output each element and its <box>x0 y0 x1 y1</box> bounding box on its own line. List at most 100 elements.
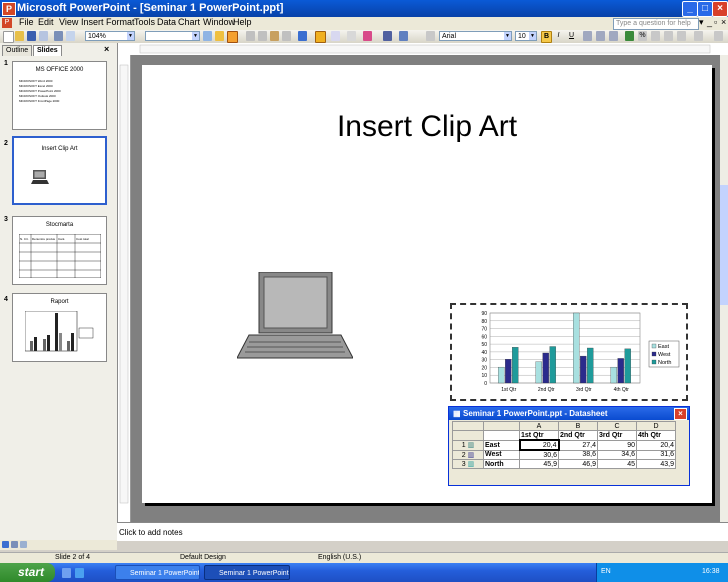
permission-icon[interactable] <box>39 31 48 41</box>
normal-view-icon[interactable] <box>2 541 9 548</box>
comma-style-icon[interactable] <box>651 31 660 41</box>
slide-thumbnail-4[interactable]: Raport <box>12 293 107 362</box>
currency-style-icon[interactable] <box>625 31 634 41</box>
undo-icon[interactable] <box>298 31 307 41</box>
percent-style-icon[interactable]: % <box>638 31 647 41</box>
document-icon[interactable]: P <box>2 18 12 28</box>
table-cell[interactable]: 90 <box>597 439 637 451</box>
slide-thumbnail-2[interactable]: Insert Clip Art <box>12 136 107 205</box>
minimize-button[interactable]: _ <box>682 1 698 17</box>
align-right-icon[interactable] <box>609 31 618 41</box>
language-indicator[interactable]: EN <box>601 568 611 575</box>
menu-insert[interactable]: Insert <box>81 17 104 27</box>
notes-pane[interactable]: Click to add notes <box>117 522 728 541</box>
menu-window[interactable]: Window <box>203 17 235 27</box>
pane-close-icon[interactable]: × <box>104 44 109 54</box>
doc-minimize-icon[interactable]: _ <box>707 17 712 27</box>
menu-chart[interactable]: Chart <box>178 17 200 27</box>
chevron-down-icon[interactable]: ▼ <box>529 32 536 40</box>
toolbar-options-icon[interactable] <box>426 31 435 41</box>
row-header[interactable]: 3 ▥ <box>452 459 484 469</box>
table-cell[interactable]: 2nd Qtr <box>558 430 598 441</box>
view-datasheet-icon[interactable] <box>227 31 238 43</box>
import-file-icon[interactable] <box>215 31 224 41</box>
paste-icon[interactable] <box>270 31 279 41</box>
value-axis-gridlines-icon[interactable] <box>399 31 408 41</box>
chevron-down-icon[interactable]: ▼ <box>192 32 199 40</box>
tab-outline[interactable]: Outline <box>2 45 33 56</box>
table-cell[interactable]: 30,6 <box>519 449 559 460</box>
print-icon[interactable] <box>54 31 63 41</box>
slide-sorter-icon[interactable] <box>11 541 18 548</box>
table-cell[interactable]: 45,9 <box>519 459 559 469</box>
corner-cell[interactable] <box>452 421 484 431</box>
laptop-clipart[interactable] <box>237 272 353 360</box>
slide-thumbnail-1[interactable]: MS OFFICE 2000 MICROSOFT Word 2000 MICRO… <box>12 61 107 130</box>
table-cell[interactable]: 3rd Qtr <box>597 430 637 441</box>
column-header[interactable] <box>483 421 520 431</box>
table-cell[interactable]: 34,6 <box>597 449 637 460</box>
column-chart[interactable]: 01020304050607080901st Qtr 2nd Qtr 3rd Qtr… <box>452 305 686 399</box>
align-center-icon[interactable] <box>596 31 605 41</box>
tab-slides[interactable]: Slides <box>33 45 62 56</box>
save-icon[interactable] <box>27 31 36 41</box>
table-cell[interactable]: 1st Qtr <box>519 430 559 441</box>
table-cell[interactable]: 43,9 <box>636 459 676 469</box>
datasheet-window[interactable]: ▦ Seminar 1 PowerPoint.ppt - Datasheet ×… <box>448 406 690 486</box>
by-row-icon[interactable] <box>315 31 326 43</box>
menu-file[interactable]: File <box>19 17 34 27</box>
row-header[interactable]: 2 ▥ <box>452 449 484 460</box>
cut-icon[interactable] <box>246 31 255 41</box>
doc-restore-icon[interactable]: ▫ <box>714 17 717 27</box>
close-button[interactable]: × <box>712 1 728 17</box>
italic-button[interactable]: I <box>554 31 563 41</box>
table-cell[interactable]: 38,6 <box>558 449 598 460</box>
datasheet-close-icon[interactable]: × <box>674 408 687 420</box>
copy-icon[interactable] <box>258 31 267 41</box>
show-desktop-icon[interactable] <box>62 568 71 578</box>
toolbar-more-icon[interactable] <box>714 31 723 41</box>
menu-format[interactable]: Format <box>106 17 135 27</box>
format-selection-icon[interactable] <box>203 31 212 41</box>
slide-thumbnail-3[interactable]: Stocmarta N. Crt. Denumire produs Cant. … <box>12 216 107 285</box>
slide-title[interactable]: Insert Clip Art <box>142 110 712 144</box>
column-header[interactable]: C <box>597 421 637 431</box>
chevron-down-icon[interactable]: ▼ <box>504 32 511 40</box>
vertical-scrollbar[interactable] <box>720 55 728 522</box>
font-name-combo[interactable]: Arial ▼ <box>439 31 512 41</box>
row-header[interactable] <box>452 430 484 441</box>
by-column-icon[interactable] <box>331 31 340 41</box>
table-cell[interactable]: West <box>483 449 520 460</box>
chart-type-icon[interactable] <box>363 31 372 41</box>
restore-button[interactable]: □ <box>697 1 713 17</box>
category-axis-gridlines-icon[interactable] <box>383 31 392 41</box>
open-icon[interactable] <box>15 31 24 41</box>
column-header[interactable]: A <box>519 421 559 431</box>
column-header[interactable]: D <box>636 421 676 431</box>
taskbar-item[interactable]: Seminar 1 PowerPoint... <box>115 565 200 580</box>
internet-explorer-icon[interactable] <box>75 568 84 578</box>
start-button[interactable]: start <box>0 563 55 582</box>
table-cell[interactable]: 46,9 <box>558 459 598 469</box>
menu-view[interactable]: View <box>59 17 78 27</box>
table-cell[interactable]: 20,4 <box>636 439 676 451</box>
align-left-icon[interactable] <box>583 31 592 41</box>
scroll-thumb[interactable] <box>720 185 728 305</box>
font-size-combo[interactable]: 10 ▼ <box>515 31 537 41</box>
table-cell[interactable]: 4th Qtr <box>636 430 676 441</box>
zoom-combo[interactable]: 104% ▼ <box>85 31 135 41</box>
print-preview-icon[interactable] <box>66 31 75 41</box>
table-cell[interactable]: East <box>483 439 520 451</box>
notes-placeholder[interactable]: Click to add notes <box>119 528 183 537</box>
increase-decimal-icon[interactable] <box>664 31 673 41</box>
table-cell[interactable]: 45 <box>597 459 637 469</box>
chart-object-combo[interactable]: ▼ <box>145 31 200 41</box>
angle-text-icon[interactable] <box>694 31 703 41</box>
datasheet-titlebar[interactable]: ▦ Seminar 1 PowerPoint.ppt - Datasheet × <box>449 407 689 420</box>
chevron-down-icon[interactable]: ▼ <box>127 32 134 40</box>
underline-button[interactable]: U <box>567 31 576 41</box>
bold-button[interactable]: B <box>541 31 552 43</box>
table-cell[interactable] <box>483 430 520 441</box>
clear-icon[interactable] <box>282 31 291 41</box>
powerpoint-app-icon[interactable]: P <box>2 2 16 16</box>
